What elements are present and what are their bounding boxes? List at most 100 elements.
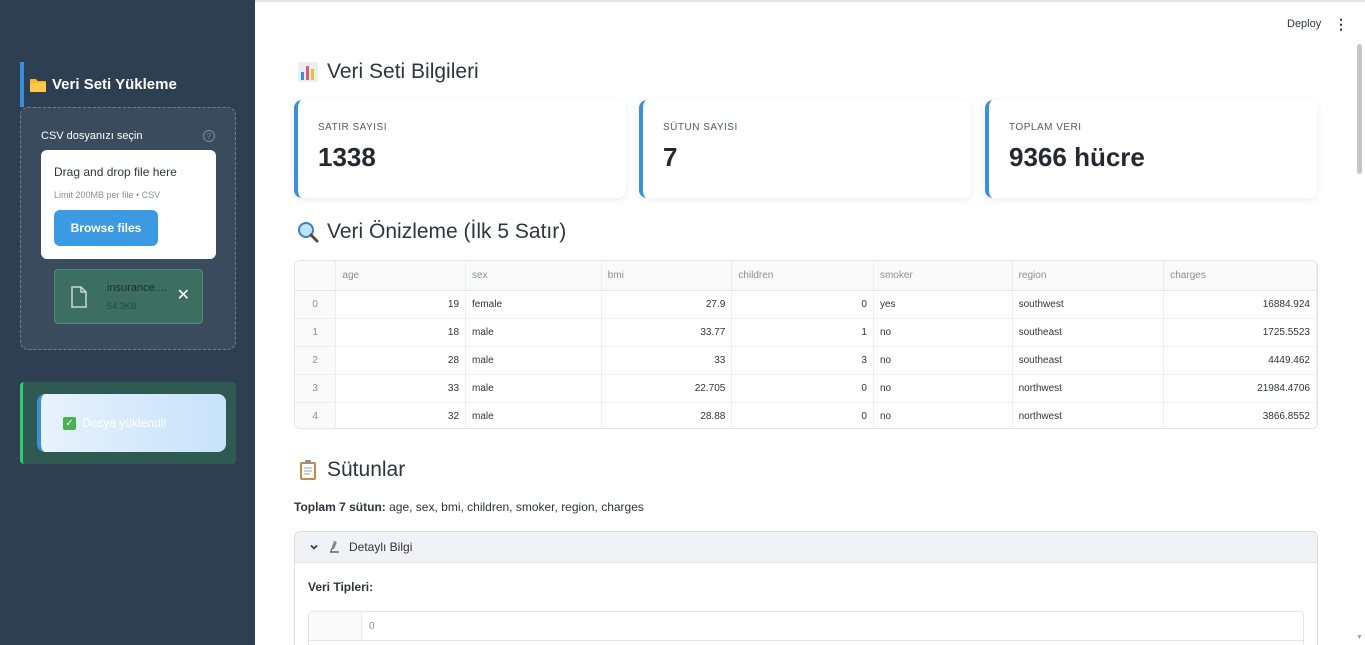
column-header[interactable]: region — [1012, 261, 1165, 291]
cell-charges[interactable]: 16884.924 — [1163, 290, 1317, 319]
row-index: 3 — [295, 374, 337, 403]
cell-smoker[interactable]: yes — [873, 290, 1013, 319]
cell-region[interactable]: northwest — [1012, 374, 1165, 403]
top-decoration — [255, 0, 1365, 2]
column-header[interactable]: smoker — [873, 261, 1013, 291]
cell-charges[interactable]: 3866.8552 — [1163, 402, 1317, 428]
preview-table: age sex bmi children smoker region charg… — [295, 261, 1317, 428]
uploaded-file-chip: insurance.... 54.3KB ✕ — [54, 269, 203, 324]
file-icon — [71, 286, 87, 308]
section-title-info-text: Veri Seti Bilgileri — [327, 60, 479, 83]
help-icon[interactable]: ? — [203, 130, 215, 142]
cell-region[interactable]: southwest — [1012, 290, 1165, 319]
table-row: 3 33 male 22.705 0 no northwest 21984.47… — [295, 374, 1317, 403]
preview-dataframe[interactable]: age sex bmi children smoker region charg… — [294, 260, 1318, 429]
cell-region[interactable]: southeast — [1012, 346, 1165, 375]
cell-charges[interactable]: 4449.462 — [1163, 346, 1317, 375]
cell-bmi[interactable]: 22.705 — [601, 374, 733, 403]
section-title-preview-text: Veri Önizleme (İlk 5 Satır) — [327, 220, 567, 243]
column-header[interactable]: children — [731, 261, 874, 291]
metric-value: 7 — [663, 142, 678, 172]
cell-sex[interactable]: male — [465, 402, 602, 428]
success-alert: ✓ Dosya yüklendi! — [20, 382, 236, 464]
sidebar: Veri Seti Yükleme CSV dosyanızı seçin ? … — [0, 0, 255, 645]
metric-label: TOPLAM VERI — [1009, 122, 1082, 133]
section-title-columns-text: Sütunlar — [327, 458, 406, 481]
dtypes-dataframe[interactable]: 0 — [308, 611, 1304, 645]
cell-age[interactable]: 18 — [335, 318, 467, 347]
sidebar-title: Veri Seti Yükleme — [20, 62, 236, 107]
cell-charges[interactable]: 1725.5523 — [1163, 318, 1317, 347]
cell-bmi[interactable]: 28.88 — [601, 402, 733, 428]
expander-header[interactable]: Detaylı Bilgi — [295, 532, 1317, 563]
success-message: Dosya yüklendi! — [82, 416, 167, 430]
cell-smoker[interactable]: no — [873, 346, 1013, 375]
table-row: 4 32 male 28.88 0 no northwest 3866.8552 — [295, 402, 1317, 428]
kebab-menu-icon[interactable]: ⋮ — [1334, 16, 1348, 33]
cell-children[interactable]: 0 — [731, 374, 874, 403]
column-header[interactable]: bmi — [601, 261, 733, 291]
close-icon[interactable]: ✕ — [177, 287, 190, 305]
deploy-button[interactable]: Deploy — [1287, 18, 1321, 30]
dropzone-limit: Limit 200MB per file • CSV — [54, 190, 161, 200]
chevron-down-icon — [310, 544, 318, 550]
row-index: 0 — [295, 290, 337, 319]
index-header — [295, 261, 337, 291]
cell-region[interactable]: northwest — [1012, 402, 1165, 428]
app-root: Veri Seti Yükleme CSV dosyanızı seçin ? … — [0, 0, 1365, 645]
cell-sex[interactable]: male — [465, 374, 602, 403]
cell-smoker[interactable]: no — [873, 402, 1013, 428]
row-index: 1 — [295, 318, 337, 347]
uploaded-file-size: 54.3KB — [107, 301, 137, 311]
folder-icon — [30, 78, 46, 92]
cell-sex[interactable]: male — [465, 318, 602, 347]
scrollbar-thumb[interactable] — [1357, 44, 1362, 174]
table-header-row: age sex bmi children smoker region charg… — [295, 261, 1317, 291]
cell-age[interactable]: 19 — [335, 290, 467, 319]
column-header[interactable]: charges — [1163, 261, 1317, 291]
uploaded-file-name: insurance.... — [107, 282, 167, 294]
cell-bmi[interactable]: 33.77 — [601, 318, 733, 347]
cell-sex[interactable]: female — [465, 290, 602, 319]
scroll-down-arrow-icon[interactable]: ▼ — [1356, 634, 1363, 641]
column-header[interactable]: sex — [465, 261, 602, 291]
cell-children[interactable]: 1 — [731, 318, 874, 347]
table-row: 2 28 male 33 3 no southeast 4449.462 — [295, 346, 1317, 375]
cell-age[interactable]: 33 — [335, 374, 467, 403]
dtypes-label: Veri Tipleri: — [308, 580, 374, 594]
dropzone[interactable]: Drag and drop file here Limit 200MB per … — [41, 150, 216, 259]
magnifier-icon — [298, 222, 319, 243]
index-header — [309, 612, 362, 640]
cell-bmi[interactable]: 33 — [601, 346, 733, 375]
cell-children[interactable]: 0 — [731, 290, 874, 319]
metric-value: 1338 — [318, 142, 376, 172]
file-uploader: CSV dosyanızı seçin ? Drag and drop file… — [20, 107, 236, 350]
cell-charges[interactable]: 21984.4706 — [1163, 374, 1317, 403]
cell-smoker[interactable]: no — [873, 374, 1013, 403]
metric-card-columns: SÜTUN SAYISI 7 — [639, 100, 971, 198]
cell-children[interactable]: 0 — [731, 402, 874, 428]
dropzone-title: Drag and drop file here — [54, 165, 177, 179]
cell-smoker[interactable]: no — [873, 318, 1013, 347]
row-index: 4 — [295, 402, 337, 428]
cell-sex[interactable]: male — [465, 346, 602, 375]
uploader-label: CSV dosyanızı seçin — [41, 130, 143, 142]
expander-title: Detaylı Bilgi — [349, 540, 413, 554]
cell-age[interactable]: 32 — [335, 402, 467, 428]
section-title-info: Veri Seti Bilgileri — [297, 60, 479, 84]
browse-files-button[interactable]: Browse files — [54, 210, 158, 246]
cell-children[interactable]: 3 — [731, 346, 874, 375]
sidebar-title-text: Veri Seti Yükleme — [52, 76, 177, 93]
column-header[interactable]: 0 — [369, 621, 375, 632]
table-row: 1 18 male 33.77 1 no southeast 1725.5523 — [295, 318, 1317, 347]
cell-bmi[interactable]: 27.9 — [601, 290, 733, 319]
metric-label: SÜTUN SAYISI — [663, 122, 738, 133]
section-title-columns: Sütunlar — [297, 458, 405, 482]
metric-card-rows: SATIR SAYISI 1338 — [294, 100, 626, 198]
clipboard-icon — [300, 460, 316, 480]
row-index: 2 — [295, 346, 337, 375]
column-header[interactable]: age — [335, 261, 467, 291]
cell-region[interactable]: southeast — [1012, 318, 1165, 347]
metric-value: 9366 hücre — [1009, 142, 1145, 172]
cell-age[interactable]: 28 — [335, 346, 467, 375]
